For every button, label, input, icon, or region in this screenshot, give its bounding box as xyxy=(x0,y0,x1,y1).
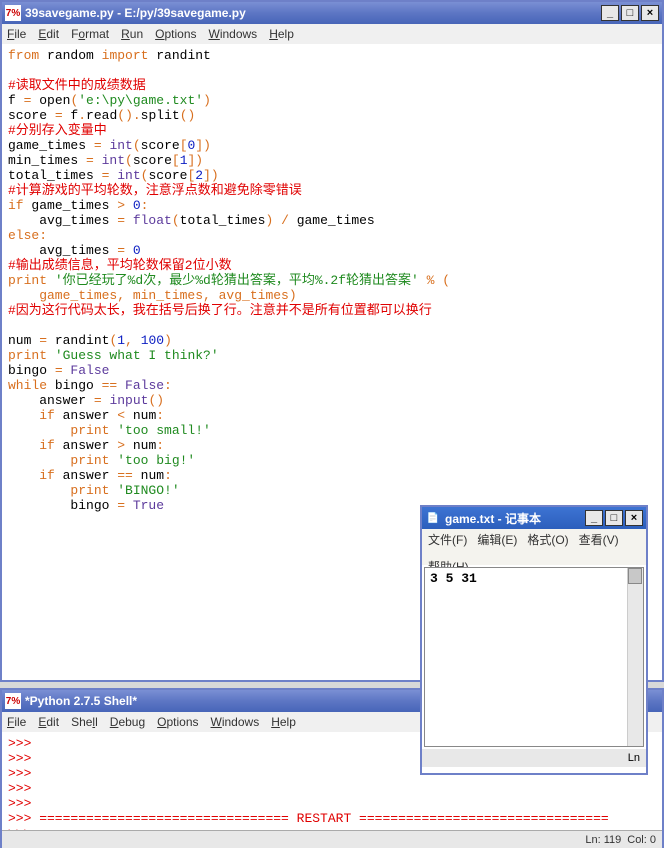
editor-menubar: File Edit Format Run Options Windows Hel… xyxy=(2,24,662,44)
menu-options[interactable]: Options xyxy=(157,715,198,729)
notepad-titlebar[interactable]: 📄 game.txt - 记事本 _ □ × xyxy=(422,507,646,529)
menu-edit[interactable]: Edit xyxy=(38,27,59,41)
menu-options[interactable]: Options xyxy=(155,27,196,41)
editor-titlebar[interactable]: 7% 39savegame.py - E:/py/39savegame.py _… xyxy=(2,2,662,24)
close-button[interactable]: × xyxy=(625,510,643,526)
window-controls: _ □ × xyxy=(585,510,643,526)
menu-file[interactable]: File xyxy=(7,715,26,729)
menu-format[interactable]: 格式(O) xyxy=(527,531,568,548)
menu-file[interactable]: File xyxy=(7,27,26,41)
menu-shell[interactable]: Shell xyxy=(71,715,98,729)
maximize-button[interactable]: □ xyxy=(621,5,639,21)
menu-format[interactable]: Format xyxy=(71,27,109,41)
notepad-textarea[interactable]: 3 5 31 xyxy=(424,567,644,747)
menu-edit[interactable]: 编辑(E) xyxy=(477,531,517,548)
menu-file[interactable]: 文件(F) xyxy=(428,531,467,548)
shell-statusbar: Ln: 119 Col: 0 xyxy=(2,830,662,848)
window-controls: _ □ × xyxy=(601,5,659,21)
minimize-button[interactable]: _ xyxy=(585,510,603,526)
notepad-icon: 📄 xyxy=(425,510,441,526)
notepad-content: 3 5 31 xyxy=(430,571,477,586)
maximize-button[interactable]: □ xyxy=(605,510,623,526)
status-line: Ln: 119 xyxy=(585,834,621,846)
notepad-title: game.txt - 记事本 xyxy=(445,510,585,527)
menu-edit[interactable]: Edit xyxy=(38,715,59,729)
menu-run[interactable]: Run xyxy=(121,27,143,41)
menu-help[interactable]: Help xyxy=(269,27,294,41)
menu-help[interactable]: Help xyxy=(271,715,296,729)
notepad-menubar: 文件(F) 编辑(E) 格式(O) 查看(V) 帮助(H) xyxy=(422,529,646,565)
menu-windows[interactable]: Windows xyxy=(211,715,260,729)
minimize-button[interactable]: _ xyxy=(601,5,619,21)
scroll-thumb[interactable] xyxy=(628,568,642,584)
notepad-window: 📄 game.txt - 记事本 _ □ × 文件(F) 编辑(E) 格式(O)… xyxy=(420,505,648,775)
menu-view[interactable]: 查看(V) xyxy=(579,531,619,548)
status-col: Col: 0 xyxy=(627,834,656,846)
notepad-statusbar: Ln xyxy=(422,749,646,767)
close-button[interactable]: × xyxy=(641,5,659,21)
menu-windows[interactable]: Windows xyxy=(209,27,258,41)
scrollbar[interactable] xyxy=(627,568,643,746)
status-ln: Ln xyxy=(628,752,640,764)
idle-icon: 7% xyxy=(5,5,21,21)
idle-icon: 7% xyxy=(5,693,21,709)
menu-debug[interactable]: Debug xyxy=(110,715,145,729)
editor-title: 39savegame.py - E:/py/39savegame.py xyxy=(25,6,601,20)
